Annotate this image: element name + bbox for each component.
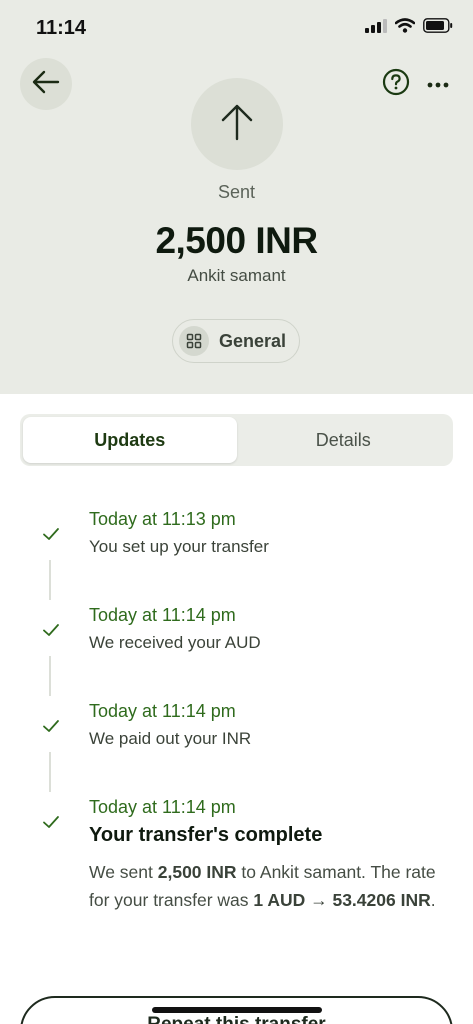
arrow-left-icon xyxy=(32,70,60,99)
arrow-up-icon xyxy=(220,103,254,146)
timeline-description: You set up your transfer xyxy=(89,537,269,556)
transfer-direction-badge xyxy=(191,78,283,170)
timeline-time: Today at 11:13 pm xyxy=(89,509,236,529)
timeline-connector xyxy=(49,752,51,792)
transfer-detail-screen: 11:14 Sent 2,500 INR Ankit samant Genera… xyxy=(0,0,473,1024)
message-text: We sent xyxy=(89,862,158,882)
transfer-amount: 2,500 INR xyxy=(155,220,318,261)
message-text: . xyxy=(430,890,436,910)
status-icons xyxy=(365,18,453,38)
category-label: General xyxy=(219,330,287,351)
category-chip[interactable]: General xyxy=(172,319,300,363)
recipient-name: Ankit samant xyxy=(187,266,286,285)
transfer-header: 11:14 Sent 2,500 INR Ankit samant Genera… xyxy=(0,0,473,394)
more-options-button[interactable] xyxy=(423,69,453,99)
timeline-time: Today at 11:14 pm xyxy=(89,797,236,817)
tab-updates[interactable]: Updates xyxy=(23,417,237,463)
tab-bar: Updates Details xyxy=(20,414,453,466)
status-time: 11:14 xyxy=(36,17,87,39)
transfer-complete-message: We sent 2,500 INR to Ankit samant. The r… xyxy=(89,858,457,914)
timeline-description: We received your AUD xyxy=(89,633,261,652)
check-icon xyxy=(41,620,61,640)
ellipsis-icon xyxy=(427,75,449,93)
status-bar: 11:14 xyxy=(0,0,473,56)
transfer-complete-title: Your transfer's complete xyxy=(89,824,323,846)
cellular-signal-icon xyxy=(365,18,387,38)
battery-icon xyxy=(423,18,453,38)
tab-details[interactable]: Details xyxy=(237,417,451,463)
home-indicator xyxy=(152,1007,322,1013)
timeline-description: We paid out your INR xyxy=(89,729,252,748)
help-button[interactable] xyxy=(381,68,411,101)
message-rate: 1 AUD → 53.4206 INR xyxy=(253,890,431,910)
check-icon xyxy=(41,812,61,832)
back-button[interactable] xyxy=(20,58,72,110)
message-amount: 2,500 INR xyxy=(157,862,237,882)
timeline-connector xyxy=(49,560,51,600)
timeline-connector xyxy=(49,656,51,696)
grid-icon xyxy=(179,326,209,356)
timeline-time: Today at 11:14 pm xyxy=(89,701,236,721)
question-circle-icon xyxy=(382,68,410,101)
timeline-time: Today at 11:14 pm xyxy=(89,605,236,625)
check-icon xyxy=(41,524,61,544)
check-icon xyxy=(41,716,61,736)
wifi-icon xyxy=(394,18,416,38)
transfer-status-label: Sent xyxy=(217,182,256,202)
